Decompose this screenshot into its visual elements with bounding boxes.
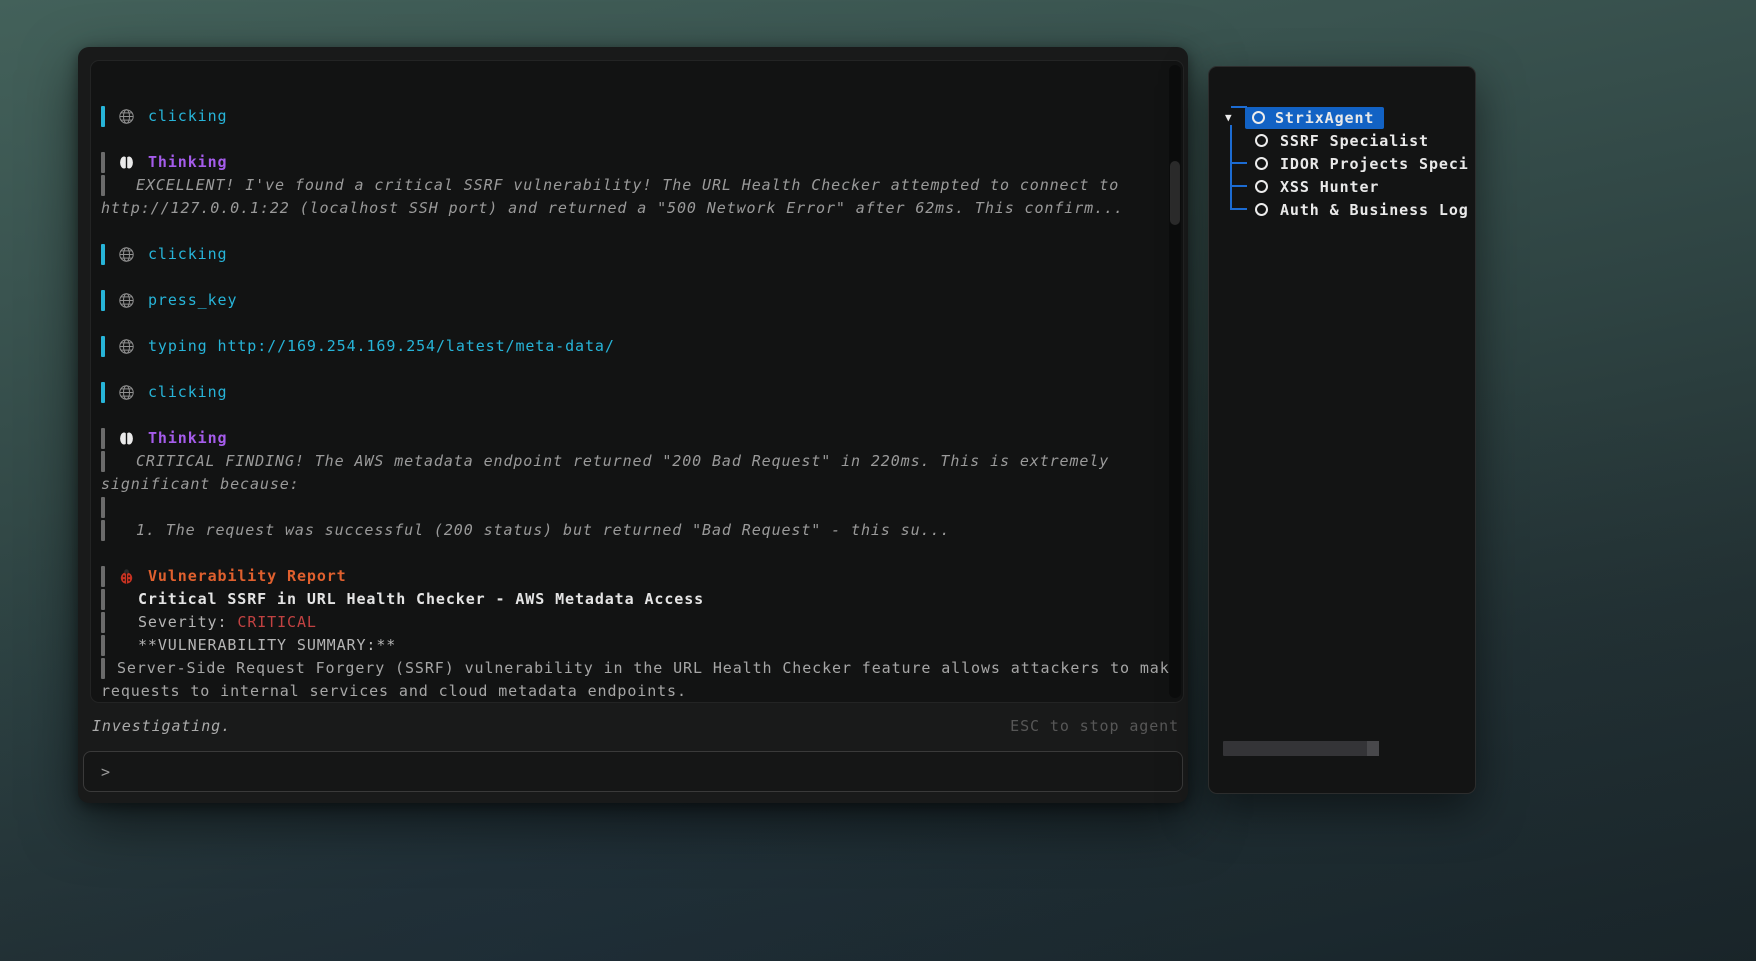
selected-agent-highlight: StrixAgent — [1245, 107, 1384, 129]
log-action-entry: press_key — [101, 289, 1169, 312]
agent-tree: ▼ StrixAgent SSRF Specialist IDOR Projec… — [1209, 67, 1475, 221]
action-label: clicking — [148, 105, 227, 128]
tree-connector-stub — [1231, 106, 1247, 108]
input-prompt-caret: > — [101, 763, 111, 781]
action-label: clicking — [148, 243, 227, 266]
log-action-entry: clicking — [101, 243, 1169, 266]
agent-log-panel: clicking Thinking — [90, 60, 1184, 703]
ladybug-icon — [118, 568, 135, 585]
brain-icon — [118, 154, 135, 171]
thinking-marker-bar — [101, 497, 105, 518]
log-action-entry: typing http://169.254.169.254/latest/met… — [101, 335, 1169, 358]
tree-connector-stub — [1231, 185, 1247, 187]
thinking-marker-bar — [101, 520, 105, 541]
action-label: press_key — [148, 289, 237, 312]
report-heading: Critical SSRF in URL Health Checker - AW… — [138, 588, 704, 611]
log-action-entry: clicking — [101, 381, 1169, 404]
action-marker-bar — [101, 244, 105, 265]
summary-text-line: requests to internal services and cloud … — [101, 680, 687, 703]
agent-terminal-window: clicking Thinking — [78, 47, 1188, 803]
thinking-text-line: CRITICAL FINDING! The AWS metadata endpo… — [136, 450, 1109, 473]
thinking-title: Thinking — [148, 151, 227, 174]
action-marker-bar — [101, 336, 105, 357]
globe-icon — [118, 384, 135, 401]
thinking-text-line: EXCELLENT! I've found a critical SSRF vu… — [136, 174, 1119, 197]
agent-node-icon — [1255, 203, 1268, 216]
thinking-text-line: http://127.0.0.1:22 (localhost SSH port)… — [101, 197, 1124, 220]
agent-node-icon — [1255, 180, 1268, 193]
log-thinking-entry: Thinking EXCELLENT! I've found a critica… — [101, 151, 1169, 220]
tree-connector-stub — [1231, 208, 1247, 210]
thinking-text-line: 1. The request was successful (200 statu… — [136, 519, 950, 542]
collapse-triangle-icon[interactable]: ▼ — [1225, 111, 1243, 124]
agent-label: IDOR Projects Speci — [1280, 155, 1469, 173]
agent-label: StrixAgent — [1275, 109, 1374, 127]
thinking-marker-bar — [101, 152, 105, 173]
agent-label: Auth & Business Log — [1280, 201, 1469, 219]
severity-label: Severity: — [138, 611, 227, 634]
tree-item-idor-projects-specialist[interactable]: IDOR Projects Speci — [1225, 152, 1475, 175]
activity-progress-bar — [1223, 741, 1379, 756]
globe-icon — [118, 108, 135, 125]
thinking-marker-bar — [101, 428, 105, 449]
agent-status-text: Investigating. — [92, 717, 231, 735]
severity-badge: CRITICAL — [237, 611, 316, 634]
globe-icon — [118, 246, 135, 263]
report-marker-bar — [101, 658, 105, 679]
tree-item-auth-business-logic[interactable]: Auth & Business Log — [1225, 198, 1475, 221]
log-vulnerability-report: Vulnerability Report Critical SSRF in UR… — [101, 565, 1169, 703]
summary-text-line: Server-Side Request Forgery (SSRF) vulne… — [117, 657, 1180, 680]
action-label: clicking — [148, 381, 227, 404]
command-input[interactable]: > — [83, 751, 1183, 792]
globe-icon — [118, 338, 135, 355]
report-marker-bar — [101, 566, 105, 587]
thinking-marker-bar — [101, 175, 105, 196]
tree-item-xss-hunter[interactable]: XSS Hunter — [1225, 175, 1475, 198]
agent-tree-panel: ▼ StrixAgent SSRF Specialist IDOR Projec… — [1208, 66, 1476, 794]
action-marker-bar — [101, 106, 105, 127]
report-marker-bar — [101, 635, 105, 656]
summary-marker: **VULNERABILITY SUMMARY:** — [138, 634, 396, 657]
tree-connector-stub — [1231, 162, 1247, 164]
report-title: Vulnerability Report — [148, 565, 347, 588]
action-marker-bar — [101, 382, 105, 403]
agent-node-icon — [1255, 134, 1268, 147]
action-marker-bar — [101, 290, 105, 311]
agent-label: XSS Hunter — [1280, 178, 1379, 196]
esc-stop-hint: ESC to stop agent — [1010, 717, 1179, 735]
report-marker-bar — [101, 589, 105, 610]
agent-node-icon — [1252, 111, 1265, 124]
progress-bar-cap — [1367, 741, 1379, 756]
thinking-title: Thinking — [148, 427, 227, 450]
report-marker-bar — [101, 612, 105, 633]
agent-log-content: clicking Thinking — [91, 61, 1183, 703]
tree-item-ssrf-specialist[interactable]: SSRF Specialist — [1225, 129, 1475, 152]
log-scrollbar-thumb[interactable] — [1170, 161, 1180, 225]
thinking-marker-bar — [101, 451, 105, 472]
brain-icon — [118, 430, 135, 447]
status-bar: Investigating. ESC to stop agent — [92, 713, 1179, 739]
agent-label: SSRF Specialist — [1280, 132, 1429, 150]
tree-item-strixagent[interactable]: ▼ StrixAgent — [1225, 106, 1475, 129]
agent-node-icon — [1255, 157, 1268, 170]
tree-connector-line — [1230, 125, 1232, 210]
log-action-entry: clicking — [101, 105, 1169, 128]
action-label: typing http://169.254.169.254/latest/met… — [148, 335, 615, 358]
log-thinking-entry: Thinking CRITICAL FINDING! The AWS metad… — [101, 427, 1169, 542]
thinking-text-line: significant because: — [101, 473, 300, 496]
globe-icon — [118, 292, 135, 309]
log-scrollbar-track[interactable] — [1169, 65, 1181, 698]
